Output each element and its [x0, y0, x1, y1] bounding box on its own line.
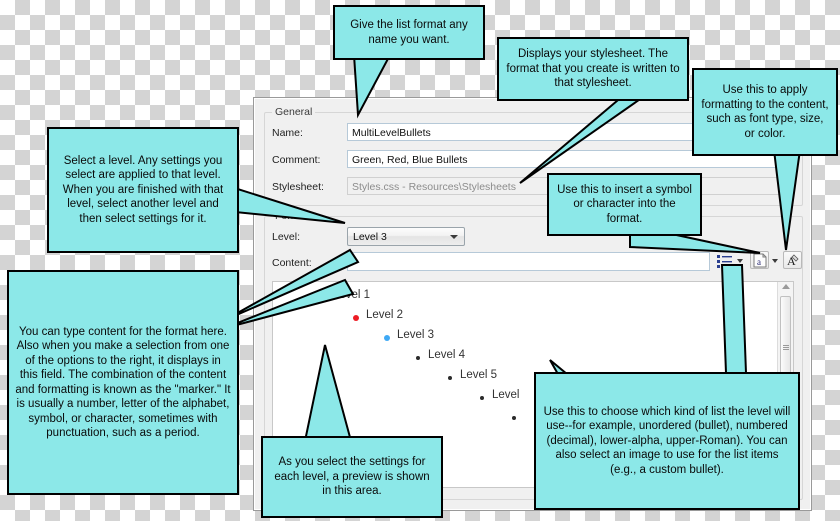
pointer-level	[224, 183, 355, 230]
preview-bullet-4	[416, 356, 420, 360]
level-select-value: Level 3	[353, 231, 387, 243]
callout-listkind: Use this to choose which kind of list th…	[534, 372, 800, 510]
name-label: Name:	[272, 127, 303, 139]
callout-level: Select a level. Any settings you select …	[47, 127, 239, 253]
callout-symbol: Use this to insert a symbol or character…	[547, 173, 702, 236]
callout-preview: As you select the settings for each leve…	[261, 436, 443, 518]
pointer-name	[330, 54, 420, 125]
chevron-down-icon	[450, 234, 458, 239]
preview-item-2: Level 2	[366, 309, 404, 321]
comment-label: Comment:	[272, 154, 321, 166]
general-group-title: General	[272, 106, 316, 118]
preview-bullet-6	[480, 396, 484, 400]
preview-item-5: Level 5	[460, 369, 498, 381]
level-label: Level:	[272, 231, 301, 243]
callout-name: Give the list format any name you want.	[333, 5, 485, 60]
preview-item-3: Level 3	[397, 329, 435, 341]
preview-bullet-5	[448, 376, 452, 380]
preview-item-4: Level 4	[428, 349, 466, 361]
callout-stylesheet: Displays your stylesheet. The format tha…	[497, 37, 689, 101]
pointer-listkind-right	[680, 264, 800, 385]
pointer-preview-left	[224, 278, 365, 340]
level-select[interactable]: Level 3	[347, 227, 465, 246]
callout-content: You can type content for the format here…	[7, 270, 239, 495]
callout-formatting: Use this to apply formatting to the cont…	[692, 68, 838, 156]
preview-bullet-3	[384, 335, 390, 341]
